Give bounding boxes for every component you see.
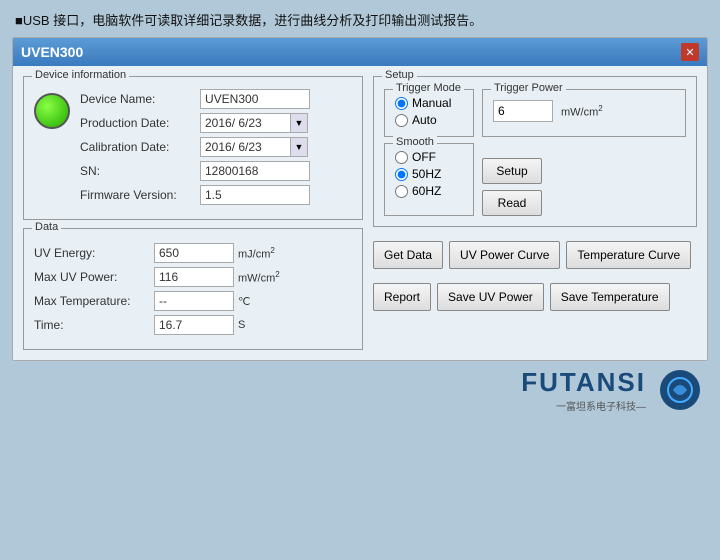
save-uv-power-button[interactable]: Save UV Power bbox=[437, 283, 544, 311]
main-window: UVEN300 ✕ Device information Device Name… bbox=[12, 37, 708, 361]
close-button[interactable]: ✕ bbox=[681, 43, 699, 61]
setup-button[interactable]: Setup bbox=[482, 158, 542, 184]
data-group: Data UV Energy: mJ/cm2 Max UV Power: mW/… bbox=[23, 228, 363, 350]
trigger-mode-label: Trigger Mode bbox=[393, 82, 464, 94]
trigger-auto-radio[interactable] bbox=[395, 114, 408, 127]
smooth-50hz-radio[interactable] bbox=[395, 168, 408, 181]
trigger-power-input[interactable] bbox=[493, 100, 553, 122]
time-unit: S bbox=[238, 319, 245, 331]
smooth-group: Smooth OFF 50HZ 60HZ bbox=[384, 143, 474, 216]
smooth-label: Smooth bbox=[393, 136, 437, 148]
report-button[interactable]: Report bbox=[373, 283, 431, 311]
max-temp-label: Max Temperature: bbox=[34, 294, 154, 308]
max-temp-unit: ℃ bbox=[238, 295, 250, 308]
smooth-row: Smooth OFF 50HZ 60HZ bbox=[384, 143, 686, 216]
smooth-off-label: OFF bbox=[412, 150, 436, 164]
device-fields: Device Name: Production Date: ▼ Calibrat… bbox=[80, 89, 352, 209]
window-body: Device information Device Name: Producti… bbox=[13, 66, 707, 360]
device-top: Device Name: Production Date: ▼ Calibrat… bbox=[34, 89, 352, 209]
trigger-power-unit: mW/cm2 bbox=[561, 104, 603, 119]
smooth-50hz-label: 50HZ bbox=[412, 167, 441, 181]
setup-group-label: Setup bbox=[382, 69, 417, 81]
temperature-curve-button[interactable]: Temperature Curve bbox=[566, 241, 691, 269]
footer: FUTANSI 一富坦系电子科技— bbox=[0, 361, 720, 417]
device-info-label: Device information bbox=[32, 69, 129, 81]
save-temperature-button[interactable]: Save Temperature bbox=[550, 283, 670, 311]
brand-sub: 一富坦系电子科技— bbox=[521, 398, 646, 413]
top-banner: ■USB 接口，电脑软件可读取详细记录数据，进行曲线分析及打印输出测试报告。 bbox=[0, 0, 720, 37]
setup-group: Setup Trigger Mode Manual Auto bbox=[373, 76, 697, 227]
time-row: Time: S bbox=[34, 315, 352, 335]
trigger-mode-group: Trigger Mode Manual Auto bbox=[384, 89, 474, 137]
brand-text: FUTANSI bbox=[521, 367, 646, 398]
smooth-off-row: OFF bbox=[395, 150, 463, 164]
setup-row: Trigger Mode Manual Auto Trigger Power bbox=[384, 89, 686, 137]
device-name-label: Device Name: bbox=[80, 92, 200, 106]
uv-energy-row: UV Energy: mJ/cm2 bbox=[34, 243, 352, 263]
sn-input[interactable] bbox=[200, 161, 310, 181]
device-info-group: Device information Device Name: Producti… bbox=[23, 76, 363, 220]
sn-label: SN: bbox=[80, 164, 200, 178]
title-bar: UVEN300 ✕ bbox=[13, 38, 707, 66]
trigger-auto-label: Auto bbox=[412, 113, 437, 127]
setup-buttons: Setup Read bbox=[482, 143, 542, 216]
smooth-60hz-label: 60HZ bbox=[412, 184, 441, 198]
trigger-power-group: Trigger Power mW/cm2 bbox=[482, 89, 686, 137]
max-temp-input[interactable] bbox=[154, 291, 234, 311]
power-row: mW/cm2 bbox=[493, 100, 675, 122]
data-group-label: Data bbox=[32, 221, 61, 233]
field-row-calibration-date: Calibration Date: ▼ bbox=[80, 137, 352, 157]
top-text: ■USB 接口，电脑软件可读取详细记录数据，进行曲线分析及打印输出测试报告。 bbox=[0, 0, 720, 37]
calibration-date-label: Calibration Date: bbox=[80, 140, 200, 154]
max-uv-power-unit: mW/cm2 bbox=[238, 270, 280, 285]
left-panel: Device information Device Name: Producti… bbox=[23, 76, 363, 350]
device-name-input[interactable] bbox=[200, 89, 310, 109]
get-data-button[interactable]: Get Data bbox=[373, 241, 443, 269]
trigger-manual-radio[interactable] bbox=[395, 97, 408, 110]
max-temp-row: Max Temperature: ℃ bbox=[34, 291, 352, 311]
smooth-50hz-row: 50HZ bbox=[395, 167, 463, 181]
calibration-date-input[interactable] bbox=[200, 137, 290, 157]
trigger-auto-row: Auto bbox=[395, 113, 463, 127]
calibration-date-arrow[interactable]: ▼ bbox=[290, 137, 308, 157]
uv-energy-input[interactable] bbox=[154, 243, 234, 263]
trigger-manual-label: Manual bbox=[412, 96, 451, 110]
field-row-sn: SN: bbox=[80, 161, 352, 181]
uv-energy-unit: mJ/cm2 bbox=[238, 246, 275, 261]
logo-circle bbox=[660, 370, 700, 410]
uv-energy-label: UV Energy: bbox=[34, 246, 154, 260]
production-date-label: Production Date: bbox=[80, 116, 200, 130]
trigger-manual-row: Manual bbox=[395, 96, 463, 110]
bottom-btn-row2: Report Save UV Power Save Temperature bbox=[373, 283, 697, 311]
firmware-input[interactable] bbox=[200, 185, 310, 205]
status-light bbox=[34, 93, 70, 129]
uv-power-curve-button[interactable]: UV Power Curve bbox=[449, 241, 560, 269]
time-input[interactable] bbox=[154, 315, 234, 335]
read-button[interactable]: Read bbox=[482, 190, 542, 216]
field-row-firmware: Firmware Version: bbox=[80, 185, 352, 205]
max-uv-power-label: Max UV Power: bbox=[34, 270, 154, 284]
smooth-off-radio[interactable] bbox=[395, 151, 408, 164]
window-title: UVEN300 bbox=[21, 44, 83, 60]
production-date-arrow[interactable]: ▼ bbox=[290, 113, 308, 133]
time-label: Time: bbox=[34, 318, 154, 332]
production-date-input[interactable] bbox=[200, 113, 290, 133]
field-row-production-date: Production Date: ▼ bbox=[80, 113, 352, 133]
smooth-60hz-radio[interactable] bbox=[395, 185, 408, 198]
trigger-power-label: Trigger Power bbox=[491, 82, 566, 94]
firmware-label: Firmware Version: bbox=[80, 188, 200, 202]
field-row-device-name: Device Name: bbox=[80, 89, 352, 109]
max-uv-power-input[interactable] bbox=[154, 267, 234, 287]
bottom-btn-row1: Get Data UV Power Curve Temperature Curv… bbox=[373, 241, 697, 269]
smooth-60hz-row: 60HZ bbox=[395, 184, 463, 198]
max-uv-power-row: Max UV Power: mW/cm2 bbox=[34, 267, 352, 287]
right-panel: Setup Trigger Mode Manual Auto bbox=[373, 76, 697, 350]
